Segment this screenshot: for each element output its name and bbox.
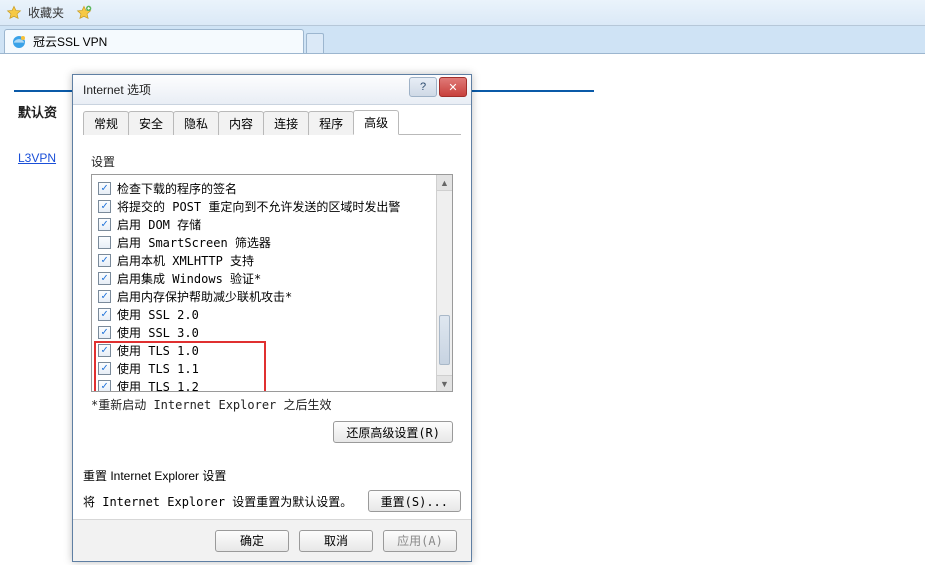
checkbox-icon[interactable]	[98, 326, 111, 339]
setting-label: 使用 TLS 1.0	[117, 342, 199, 359]
setting-row[interactable]: 启用 SmartScreen 筛选器	[98, 233, 448, 251]
checkbox-icon[interactable]	[98, 380, 111, 393]
ie-icon	[11, 34, 27, 50]
setting-label: 启用 DOM 存储	[117, 216, 201, 233]
restart-note: *重新启动 Internet Explorer 之后生效	[91, 396, 453, 413]
settings-legend: 设置	[91, 153, 453, 170]
setting-row[interactable]: 启用内存保护帮助减少联机攻击*	[98, 287, 448, 305]
setting-row[interactable]: 启用本机 XMLHTTP 支持	[98, 251, 448, 269]
browser-tab-title: 冠云SSL VPN	[33, 33, 107, 50]
scroll-up-icon[interactable]: ▲	[437, 175, 452, 191]
checkbox-icon[interactable]	[98, 236, 111, 249]
scroll-down-icon[interactable]: ▼	[437, 375, 452, 391]
settings-fieldset: 设置 检查下载的程序的签名将提交的 POST 重定向到不允许发送的区域时发出警启…	[83, 145, 461, 453]
setting-label: 使用 SSL 2.0	[117, 306, 199, 323]
setting-label: 检查下载的程序的签名	[117, 180, 237, 197]
favorites-label: 收藏夹	[28, 4, 64, 21]
setting-row[interactable]: 使用 SSL 3.0	[98, 323, 448, 341]
dialog-titlebar: Internet 选项 ? ✕	[73, 75, 471, 105]
checkbox-icon[interactable]	[98, 200, 111, 213]
internet-options-dialog: Internet 选项 ? ✕ 常规 安全 隐私 内容 连接 程序 高级 设置 …	[72, 74, 472, 562]
reset-button[interactable]: 重置(S)...	[368, 490, 461, 512]
new-tab-button[interactable]	[306, 33, 324, 53]
restore-defaults-button[interactable]: 还原高级设置(R)	[333, 421, 453, 443]
checkbox-icon[interactable]	[98, 308, 111, 321]
checkbox-icon[interactable]	[98, 362, 111, 375]
tab-advanced[interactable]: 高级	[353, 110, 399, 135]
setting-label: 将提交的 POST 重定向到不允许发送的区域时发出警	[117, 198, 400, 215]
favorites-star-icon[interactable]	[6, 5, 22, 21]
cancel-button[interactable]: 取消	[299, 530, 373, 552]
tab-privacy[interactable]: 隐私	[173, 111, 219, 135]
l3vpn-link[interactable]: L3VPN	[18, 151, 56, 165]
setting-label: 启用内存保护帮助减少联机攻击*	[117, 288, 292, 305]
reset-description: 将 Internet Explorer 设置重置为默认设置。	[83, 493, 352, 510]
dialog-footer: 确定 取消 应用(A)	[73, 519, 471, 561]
setting-row[interactable]: 使用 TLS 1.1	[98, 359, 448, 377]
setting-row[interactable]: 检查下载的程序的签名	[98, 179, 448, 197]
browser-tab-active[interactable]: 冠云SSL VPN	[4, 29, 304, 53]
browser-tabstrip: 冠云SSL VPN	[0, 26, 925, 54]
add-favorite-icon[interactable]	[76, 5, 92, 21]
tab-security[interactable]: 安全	[128, 111, 174, 135]
checkbox-icon[interactable]	[98, 344, 111, 357]
setting-label: 使用 SSL 3.0	[117, 324, 199, 341]
checkbox-icon[interactable]	[98, 290, 111, 303]
dialog-tabs: 常规 安全 隐私 内容 连接 程序 高级	[83, 111, 461, 135]
setting-row[interactable]: 使用 SSL 2.0	[98, 305, 448, 323]
dialog-title: Internet 选项	[83, 81, 151, 98]
checkbox-icon[interactable]	[98, 182, 111, 195]
reset-legend: 重置 Internet Explorer 设置	[83, 467, 461, 484]
checkbox-icon[interactable]	[98, 272, 111, 285]
setting-label: 使用 TLS 1.1	[117, 360, 199, 377]
tab-programs[interactable]: 程序	[308, 111, 354, 135]
setting-label: 启用 SmartScreen 筛选器	[117, 234, 271, 251]
setting-row[interactable]: 启用 DOM 存储	[98, 215, 448, 233]
favorites-bar: 收藏夹	[0, 0, 925, 26]
scroll-thumb[interactable]	[439, 315, 450, 365]
dialog-body: 常规 安全 隐私 内容 连接 程序 高级 设置 检查下载的程序的签名将提交的 P…	[73, 105, 471, 551]
dialog-close-button[interactable]: ✕	[439, 77, 467, 97]
setting-label: 启用集成 Windows 验证*	[117, 270, 261, 287]
tab-general[interactable]: 常规	[83, 111, 129, 135]
ok-button[interactable]: 确定	[215, 530, 289, 552]
settings-scrollbar[interactable]: ▲ ▼	[436, 175, 452, 391]
setting-label: 使用 TLS 1.2	[117, 378, 199, 393]
setting-row[interactable]: 启用集成 Windows 验证*	[98, 269, 448, 287]
tab-connections[interactable]: 连接	[263, 111, 309, 135]
dialog-help-button[interactable]: ?	[409, 77, 437, 97]
setting-label: 启用本机 XMLHTTP 支持	[117, 252, 254, 269]
checkbox-icon[interactable]	[98, 218, 111, 231]
apply-button[interactable]: 应用(A)	[383, 530, 457, 552]
tab-content[interactable]: 内容	[218, 111, 264, 135]
checkbox-icon[interactable]	[98, 254, 111, 267]
setting-row[interactable]: 使用 TLS 1.0	[98, 341, 448, 359]
setting-row[interactable]: 使用 TLS 1.2	[98, 377, 448, 392]
setting-row[interactable]: 将提交的 POST 重定向到不允许发送的区域时发出警	[98, 197, 448, 215]
settings-listbox: 检查下载的程序的签名将提交的 POST 重定向到不允许发送的区域时发出警启用 D…	[91, 174, 453, 392]
